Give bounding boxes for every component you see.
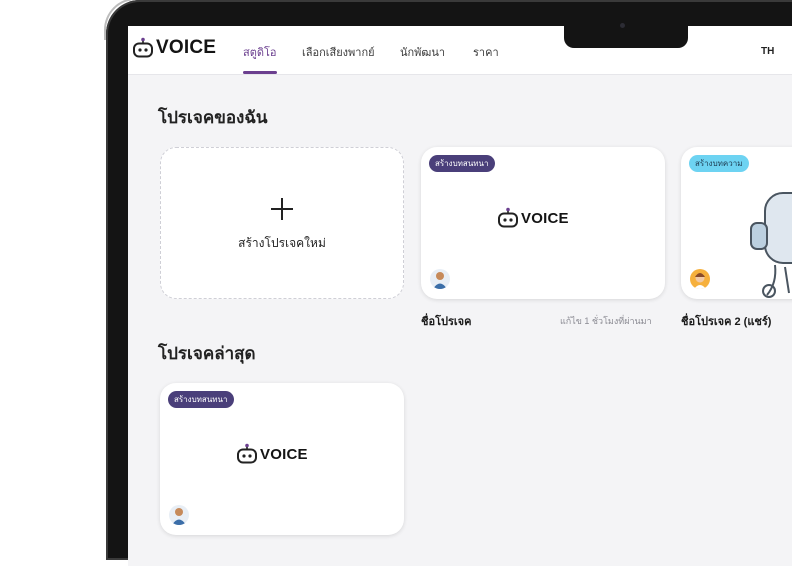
robot-logo-icon xyxy=(237,443,257,464)
top-nav: VOICE สตูดิโอ เลือกเสียงพากย์ นักพัฒนา ร… xyxy=(128,26,792,75)
new-project-card[interactable]: สร้างโปรเจคใหม่ xyxy=(160,147,404,299)
robot-illustration xyxy=(750,192,792,298)
brand-name: VOICE xyxy=(521,209,569,227)
owner-avatar xyxy=(169,505,189,525)
recent-project-card[interactable]: สร้างบทสนทนา VOICE xyxy=(160,383,404,535)
owner-avatar xyxy=(430,269,450,289)
project-name[interactable]: ชื่อโปรเจค 2 (แชร์) xyxy=(681,312,771,330)
user-avatar-icon xyxy=(169,505,189,525)
tab-pricing[interactable]: ราคา xyxy=(473,43,499,61)
tab-studio[interactable]: สตูดิโอ xyxy=(243,43,277,61)
tab-developers[interactable]: นักพัฒนา xyxy=(400,43,445,61)
brand-name: VOICE xyxy=(260,445,308,463)
robot-logo-icon xyxy=(133,37,153,58)
user-avatar-icon xyxy=(430,269,450,289)
project-name[interactable]: ชื่อโปรเจค xyxy=(421,312,471,330)
project-thumbnail-logo: VOICE xyxy=(497,207,569,229)
tab-voices[interactable]: เลือกเสียงพากย์ xyxy=(302,43,375,61)
camera-notch xyxy=(564,20,688,48)
owner-avatar xyxy=(690,269,710,289)
my-projects-title: โปรเจคของฉัน xyxy=(158,108,268,127)
language-switch[interactable]: TH xyxy=(761,46,774,57)
project-type-badge: สร้างบทสนทนา xyxy=(429,155,495,172)
project-card[interactable]: สร้างบทสนทนา VOICE xyxy=(421,147,665,299)
project-type-badge: สร้างบทความ xyxy=(689,155,749,172)
new-project-label: สร้างโปรเจคใหม่ xyxy=(238,236,326,250)
project-type-badge: สร้างบทสนทนา xyxy=(168,391,234,408)
robot-logo-icon xyxy=(498,207,518,228)
project-thumbnail-logo: VOICE xyxy=(236,443,308,465)
recent-projects-title: โปรเจคล่าสุด xyxy=(158,344,256,363)
active-tab-indicator xyxy=(243,71,277,74)
brand-name: VOICE xyxy=(156,37,217,58)
project-edited-time: แก้ไข 1 ชั่วโมงที่ผ่านมา xyxy=(560,316,652,326)
user-avatar-icon xyxy=(690,269,710,289)
project-card[interactable]: สร้างบทความ xyxy=(681,147,792,299)
brand-logo[interactable]: VOICE xyxy=(132,37,216,59)
camera-lens xyxy=(620,23,625,28)
plus-icon xyxy=(271,198,293,220)
app-screen: VOICE สตูดิโอ เลือกเสียงพากย์ นักพัฒนา ร… xyxy=(128,26,792,566)
